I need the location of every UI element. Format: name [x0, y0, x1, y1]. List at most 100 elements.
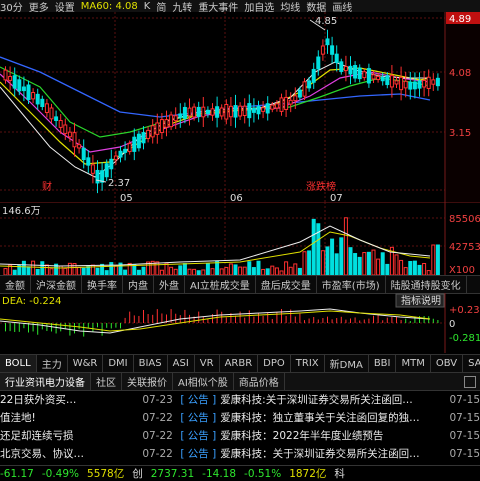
- tab-industry-news[interactable]: 行业资讯电力设备: [0, 373, 91, 390]
- tab-vr[interactable]: VR: [195, 355, 220, 372]
- volume-bar: [353, 253, 358, 275]
- volume-bar: [343, 217, 348, 275]
- tab-ai-similar[interactable]: AI相似个股: [173, 373, 234, 390]
- volume-bar: [380, 252, 385, 275]
- news-row[interactable]: 22日获外资买… 07-23 [ 公告 ] 爱康科技:关于深圳证券交易所关注函回…: [0, 391, 480, 408]
- major-events-button[interactable]: 重大事件: [198, 0, 238, 13]
- tab-amount[interactable]: 金额: [0, 276, 31, 293]
- volume-bar: [178, 265, 183, 275]
- candle: [412, 81, 417, 90]
- indicator-tab-row: 金额 沪深金额 换手率 内盘 外盘 AI立桩成交量 盘后成交量 市盈率(市场) …: [0, 275, 480, 294]
- indicator-help-button[interactable]: 指标说明: [401, 294, 441, 307]
- candle: [247, 103, 252, 119]
- candle: [325, 38, 330, 46]
- news-row[interactable]: 北京交易、协议… 07-22 [ 公告 ] 爱康科技：关于深圳证券交易所关注函回…: [0, 445, 480, 462]
- candle: [376, 75, 381, 81]
- macd-chart[interactable]: DEA: -0.224 指标说明 +0.238 0 -0.281: [0, 293, 480, 353]
- news-date: 07-15: [449, 411, 480, 424]
- tab-inner[interactable]: 内盘: [123, 276, 154, 293]
- candle: [109, 158, 114, 170]
- candle: [334, 53, 339, 64]
- candle: [399, 76, 404, 91]
- gem-index-name[interactable]: 创: [132, 466, 143, 481]
- volume-bar: [109, 262, 114, 275]
- date-label-05: 05: [120, 193, 133, 204]
- candle: [389, 75, 394, 88]
- tab-main-force[interactable]: 主力: [37, 355, 68, 372]
- news-tag: 公告: [187, 412, 209, 424]
- news-row[interactable]: 还足却连续亏损 07-22 [ 公告 ] 爱康科技：2022年半年度业绩预告 0…: [0, 427, 480, 444]
- volume-bar: [376, 258, 381, 275]
- tab-asi[interactable]: ASI: [168, 355, 195, 372]
- volume-bar: [431, 244, 436, 275]
- tab-community[interactable]: 社区: [91, 373, 122, 390]
- tab-outer[interactable]: 外盘: [154, 276, 185, 293]
- tab-arbr[interactable]: ARBR: [220, 355, 259, 372]
- volume-bar: [95, 267, 100, 275]
- news-title[interactable]: 爱康科技：独立董事关于关注函回复的独…: [220, 410, 445, 425]
- volume-bar: [26, 266, 31, 275]
- tab-northbound[interactable]: 陆股通持股变化: [386, 276, 467, 293]
- kline-button[interactable]: K: [144, 1, 151, 12]
- volume-chart[interactable]: 146.6万 85506 42753 X100: [0, 202, 480, 275]
- candle: [44, 103, 49, 113]
- draw-button[interactable]: 画线: [332, 0, 352, 13]
- nine-turn-button[interactable]: 九转: [172, 0, 192, 13]
- tab-wr[interactable]: W&R: [68, 355, 104, 372]
- candle: [187, 107, 192, 117]
- tab-sar[interactable]: SA: [463, 355, 480, 372]
- volume-bar: [256, 260, 261, 275]
- news-title[interactable]: 爱康科技：关于深圳证券交易所关注函回…: [220, 446, 445, 461]
- news-left-title[interactable]: 北京交易、协议…: [0, 446, 140, 461]
- news-title[interactable]: 爱康科技:关于深圳证券交易所关注函回…: [220, 392, 445, 407]
- tab-new-dma[interactable]: 新DMA: [325, 355, 369, 372]
- news-row[interactable]: 值洼地! 07-22 [ 公告 ] 爱康科技：独立董事关于关注函回复的独… 07…: [0, 409, 480, 426]
- news-left-title[interactable]: 还足却连续亏损: [0, 428, 140, 443]
- news-title[interactable]: 爱康科技：2022年半年度业绩预告: [220, 428, 445, 443]
- candle: [348, 65, 353, 75]
- simple-button[interactable]: 简: [156, 0, 166, 13]
- tab-turnover[interactable]: 换手率: [82, 276, 123, 293]
- tab-commodity[interactable]: 商品价格: [234, 373, 285, 390]
- volume-bar: [251, 267, 256, 275]
- tab-pe[interactable]: 市盈率(市场): [317, 276, 386, 293]
- collapse-icon[interactable]: [464, 375, 476, 388]
- add-watchlist-button[interactable]: 加自选: [244, 0, 274, 13]
- tab-trix[interactable]: TRIX: [291, 355, 325, 372]
- period-button[interactable]: 30分: [0, 0, 23, 13]
- tab-dmi[interactable]: DMI: [103, 355, 134, 372]
- ma-button[interactable]: 均线: [280, 0, 300, 13]
- tab-ai-volume[interactable]: AI立桩成交量: [185, 276, 256, 293]
- tab-mtm[interactable]: MTM: [396, 355, 431, 372]
- tab-bbi[interactable]: BBI: [369, 355, 397, 372]
- candle: [426, 76, 431, 89]
- candle: [270, 104, 275, 110]
- candle: [192, 106, 197, 118]
- finance-badge[interactable]: 财: [42, 180, 52, 193]
- tab-bias[interactable]: BIAS: [134, 355, 168, 372]
- rank-badge[interactable]: 涨跌榜: [306, 180, 336, 193]
- volume-bar: [288, 266, 293, 275]
- tab-boll[interactable]: BOLL: [0, 355, 37, 372]
- candle: [31, 92, 36, 100]
- news-tag: 公告: [187, 394, 209, 406]
- tab-related-quotes[interactable]: 关联报价: [122, 373, 173, 390]
- more-button[interactable]: 更多: [29, 0, 49, 13]
- tab-hs-amount[interactable]: 沪深金额: [31, 276, 82, 293]
- volume-bar: [86, 266, 91, 275]
- tab-obv[interactable]: OBV: [431, 355, 464, 372]
- settings-button[interactable]: 设置: [55, 0, 75, 13]
- candle: [293, 95, 298, 102]
- volume-bar: [215, 261, 220, 275]
- candle: [408, 81, 413, 90]
- news-left-title[interactable]: 22日获外资买…: [0, 392, 140, 407]
- tab-after-hours[interactable]: 盘后成交量: [256, 276, 317, 293]
- news-left-title[interactable]: 值洼地!: [0, 410, 140, 425]
- data-button[interactable]: 数据: [306, 0, 326, 13]
- candle: [394, 80, 399, 85]
- tab-dpo[interactable]: DPO: [258, 355, 291, 372]
- kline-chart[interactable]: 4.85 2.37 4.89 4.08 3.15 财 涨跌榜: [0, 12, 480, 202]
- volume-bar: [132, 264, 137, 275]
- price-axis-top: 4.89: [449, 14, 471, 25]
- star-index-name[interactable]: 科: [334, 466, 345, 481]
